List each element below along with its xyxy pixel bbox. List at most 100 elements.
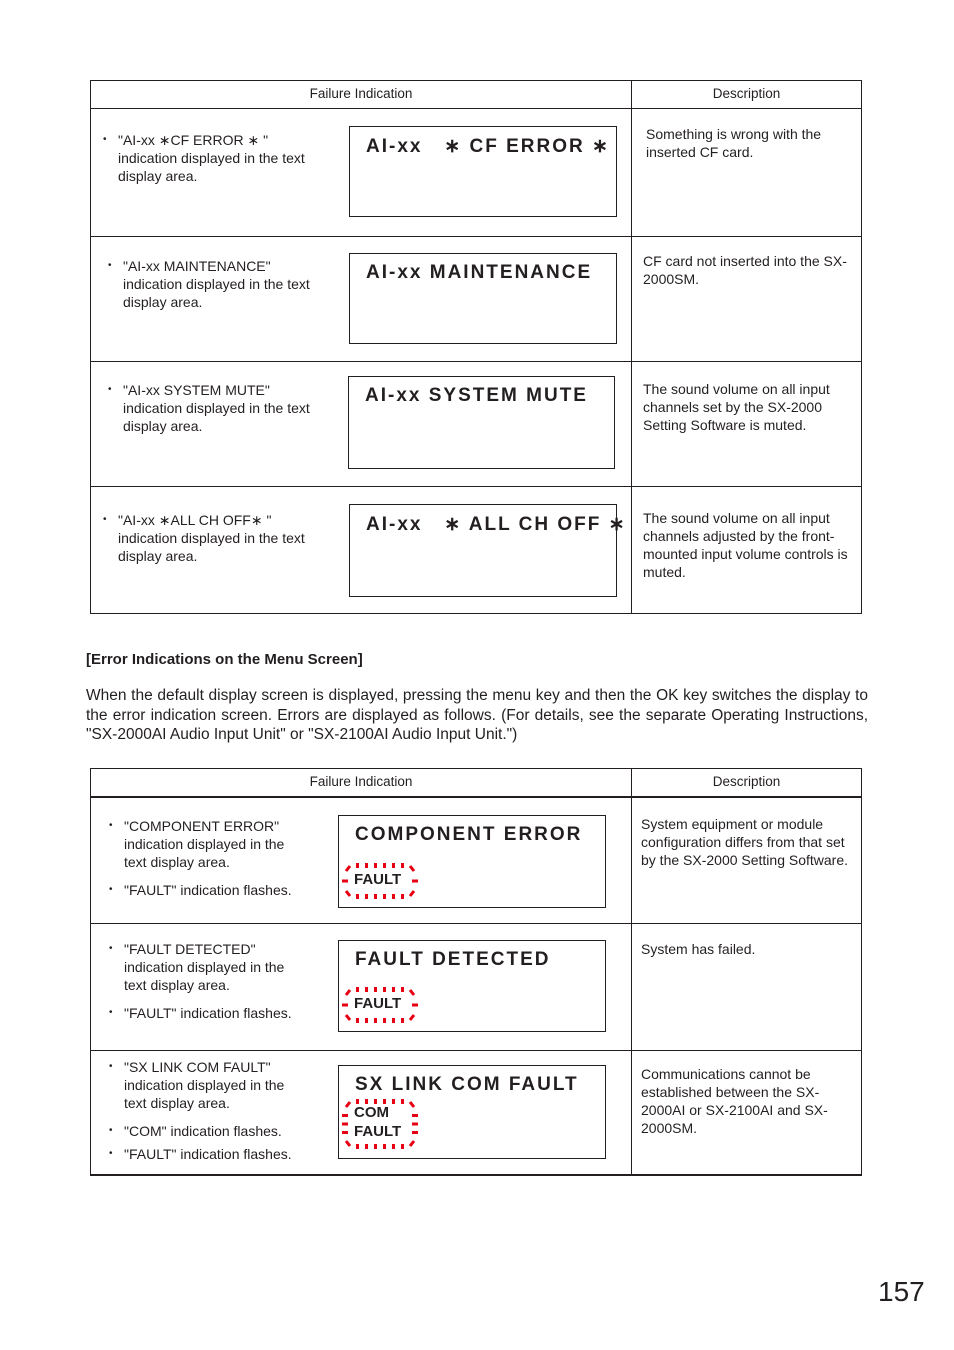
lcd-text: FAULT DETECTED	[355, 949, 551, 970]
lcd-text: AI-xx SYSTEM MUTE	[365, 385, 588, 406]
bullet-list: • "AI-xx ∗ALL CH OFF∗ " indication displa…	[103, 511, 323, 575]
flash-dash	[356, 863, 359, 868]
bullet-icon: •	[103, 134, 107, 145]
bullet-text: "FAULT" indication flashes.	[124, 1146, 292, 1162]
fault-indicator: FAULT	[340, 863, 420, 899]
bullet-text: "AI-xx MAINTENANCE" indication displayed…	[123, 258, 310, 310]
lcd-text: AI-xx ∗ CF ERROR ∗	[366, 136, 610, 157]
flash-dash	[365, 863, 368, 868]
header-failure-indication: Failure Indication	[309, 86, 413, 101]
description-text: The sound volume on all input channels s…	[643, 381, 830, 433]
flash-dash	[412, 879, 418, 883]
flash-dash	[344, 1140, 352, 1147]
bullet-text: "AI-xx SYSTEM MUTE" indication displayed…	[123, 382, 310, 434]
flash-dash	[342, 1003, 348, 1007]
flash-dash	[412, 1003, 418, 1007]
flash-dash	[374, 894, 377, 899]
header-description: Description	[712, 86, 781, 101]
flash-dash	[412, 1114, 418, 1117]
flash-dash	[408, 989, 416, 996]
failure-table-text-display: Failure Indication Description • "AI-xx ∗…	[90, 80, 862, 614]
flash-dash	[344, 890, 352, 897]
bullet-icon: •	[103, 514, 107, 525]
bullet-list: • "AI-xx ∗CF ERROR ∗ " indication display…	[103, 131, 323, 195]
page-number: 157	[878, 1276, 925, 1307]
lcd-display: AI-xx SYSTEM MUTE	[348, 376, 615, 469]
flash-dash	[374, 987, 377, 992]
bullet-list: • "AI-xx SYSTEM MUTE" indication displaye…	[108, 381, 328, 445]
fault-label: FAULT	[354, 1123, 402, 1140]
flash-dash	[356, 894, 359, 899]
flash-dash	[412, 1122, 418, 1126]
bullet-text: "COMPONENT ERROR" indication displayed i…	[124, 818, 285, 870]
flash-dash	[401, 987, 404, 992]
flash-dash	[344, 1101, 352, 1108]
lcd-text: AI-xx MAINTENANCE	[366, 262, 593, 283]
flash-dash	[412, 1131, 418, 1134]
lcd-display: AI-xx MAINTENANCE	[349, 253, 617, 344]
failure-table-menu-screen: Failure Indication Description • "COMPONE…	[90, 768, 862, 1176]
bullet-text: "SX LINK COM FAULT" indication displayed…	[124, 1059, 285, 1111]
table-header: Failure Indication Description	[91, 81, 861, 109]
table-row: • "AI-xx MAINTENANCE" indication displaye…	[91, 236, 861, 362]
bullet-icon: •	[109, 1007, 113, 1018]
flash-dash	[344, 865, 352, 872]
flash-dash	[365, 894, 368, 899]
flash-dash	[392, 987, 395, 992]
flash-dash	[401, 1144, 404, 1149]
flash-dash	[374, 1018, 377, 1023]
description-text: Something is wrong with the inserted CF …	[646, 126, 822, 160]
flash-dash	[356, 987, 359, 992]
section-paragraph: When the default display screen is displ…	[86, 687, 868, 743]
flash-dash	[383, 1144, 386, 1149]
bullet-icon: •	[108, 260, 112, 271]
description-text: The sound volume on all input channels a…	[643, 510, 848, 580]
flash-dash	[365, 987, 368, 992]
bullet-icon: •	[109, 943, 113, 954]
com-label: COM	[354, 1104, 389, 1121]
bullet-icon: •	[109, 1125, 113, 1136]
bullet-icon: •	[109, 884, 113, 895]
flash-dash	[401, 863, 404, 868]
flash-dash	[374, 863, 377, 868]
flash-dash	[408, 865, 416, 872]
bullet-list: • "COMPONENT ERROR" indication displayed …	[109, 817, 309, 909]
flash-dash	[342, 879, 348, 883]
flash-dash	[365, 1018, 368, 1023]
bullet-list: • "FAULT DETECTED" indication displayed i…	[109, 940, 309, 1032]
fault-label: FAULT	[354, 995, 402, 1012]
bullet-text: "COM" indication flashes.	[124, 1123, 282, 1139]
bullet-icon: •	[109, 1061, 113, 1072]
description-text: System has failed.	[641, 941, 756, 957]
bullet-icon: •	[109, 820, 113, 831]
lcd-text: COMPONENT ERROR	[355, 824, 583, 845]
lcd-text: AI-xx ∗ ALL CH OFF ∗	[366, 514, 627, 535]
header-failure-indication: Failure Indication	[309, 774, 413, 789]
lcd-display: SX LINK COM FAULT COM FAULT	[338, 1065, 606, 1159]
table-row: • "AI-xx ∗CF ERROR ∗ " indication display…	[91, 109, 861, 237]
flash-dash	[401, 1099, 404, 1104]
bullet-list: • "AI-xx MAINTENANCE" indication displaye…	[108, 257, 328, 321]
flash-dash	[408, 1140, 416, 1147]
bullet-list: • "SX LINK COM FAULT" indication displaye…	[109, 1058, 309, 1173]
lcd-display: AI-xx ∗ CF ERROR ∗	[349, 126, 617, 217]
flash-dash	[383, 987, 386, 992]
flash-dash	[401, 894, 404, 899]
lcd-display: FAULT DETECTED FAULT	[338, 940, 606, 1032]
table-row: • "AI-xx ∗ALL CH OFF∗ " indication displa…	[91, 486, 861, 613]
flash-dash	[342, 1122, 348, 1126]
bullet-icon: •	[108, 384, 112, 395]
description-text: Communications cannot be established bet…	[641, 1066, 828, 1136]
lcd-display: AI-xx ∗ ALL CH OFF ∗	[349, 504, 625, 597]
com-fault-indicator: COM FAULT	[340, 1099, 420, 1149]
flash-dash	[342, 1131, 348, 1134]
flash-dash	[383, 1018, 386, 1023]
section-title: [Error Indications on the Menu Screen]	[86, 651, 363, 668]
flash-dash	[374, 1144, 377, 1149]
flash-dash	[356, 1018, 359, 1023]
flash-dash	[392, 1018, 395, 1023]
description-text: CF card not inserted into the SX-2000SM.	[643, 253, 847, 287]
flash-dash	[408, 890, 416, 897]
flash-dash	[344, 1014, 352, 1021]
fault-label: FAULT	[354, 871, 402, 888]
